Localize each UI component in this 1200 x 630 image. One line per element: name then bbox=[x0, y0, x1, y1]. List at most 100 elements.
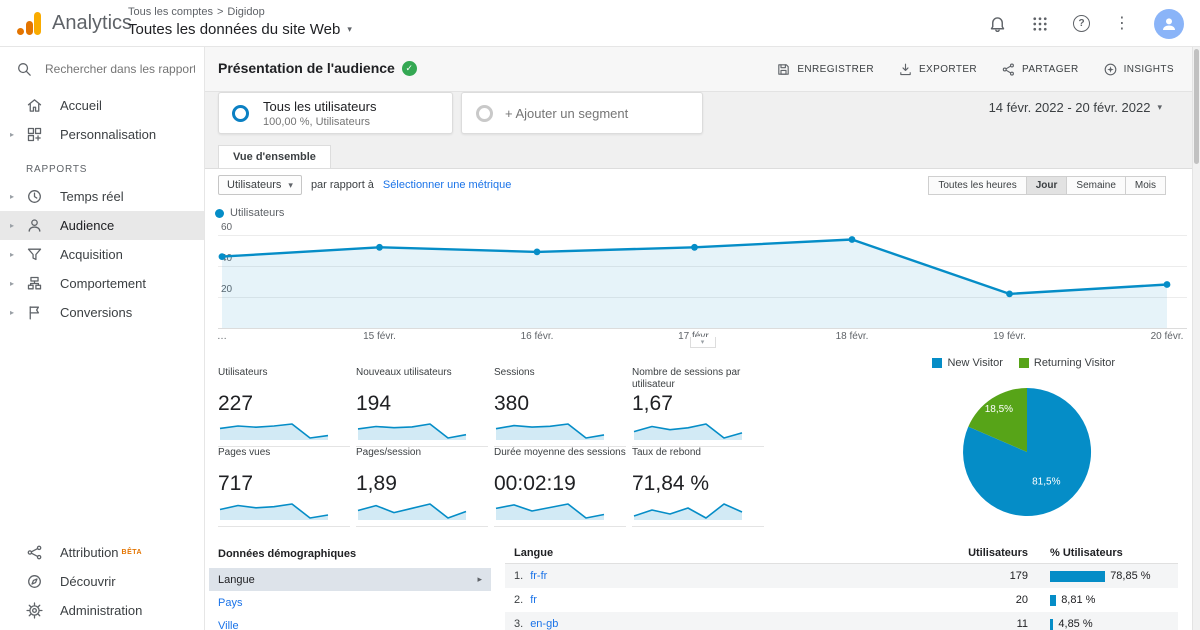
demographics-menu: Données démographiques Langue ▸ Pays Vil… bbox=[209, 542, 491, 630]
row-rank: 2. bbox=[514, 594, 524, 606]
breadcrumb-account[interactable]: Tous les comptes bbox=[128, 6, 213, 18]
sidebar-item-conversions[interactable]: ▸ Conversions bbox=[0, 298, 204, 327]
language-table: Langue Utilisateurs % Utilisateurs 1. fr… bbox=[505, 542, 1178, 630]
granularity-week-button[interactable]: Semaine bbox=[1066, 176, 1126, 195]
vertical-scrollbar[interactable] bbox=[1192, 47, 1200, 630]
home-icon bbox=[27, 99, 42, 112]
returning-visitor-swatch bbox=[1018, 358, 1029, 368]
chevron-right-icon: ▸ bbox=[10, 308, 15, 317]
apps-button[interactable] bbox=[1031, 15, 1049, 33]
caret-down-icon: ▾ bbox=[1157, 102, 1162, 112]
chart-collapse-handle[interactable]: ▾ bbox=[689, 337, 716, 348]
percent-value: 8,81 % bbox=[1061, 594, 1096, 606]
sidebar-search[interactable] bbox=[0, 47, 204, 91]
flag-icon bbox=[29, 306, 40, 320]
select-metric-link[interactable]: Sélectionner une métrique bbox=[383, 179, 511, 191]
more-options-button[interactable]: ⋮ bbox=[1114, 14, 1130, 32]
sidebar-item-acquisition[interactable]: ▸ Acquisition bbox=[0, 240, 204, 269]
sidebar-item-label: Administration bbox=[60, 603, 143, 618]
chevron-right-icon: ▸ bbox=[10, 250, 15, 259]
more-vert-icon: ⋮ bbox=[1114, 14, 1130, 32]
behavior-flow-icon bbox=[27, 276, 42, 290]
caret-down-icon: ▾ bbox=[347, 24, 352, 34]
main-content: Présentation de l'audience ✓ ENREGISTRER… bbox=[205, 47, 1200, 630]
granularity-month-button[interactable]: Mois bbox=[1124, 176, 1166, 195]
tab-vue-densemble[interactable]: Vue d'ensemble bbox=[218, 145, 331, 168]
sidebar-item-administration[interactable]: Administration bbox=[0, 596, 204, 625]
breadcrumb-property[interactable]: Digidop bbox=[227, 6, 264, 18]
demographics-item-pays[interactable]: Pays bbox=[209, 591, 491, 614]
sidebar-item-audience[interactable]: ▸ Audience bbox=[0, 211, 204, 240]
metric-sparkline bbox=[219, 423, 329, 440]
metric-card-utilisateurs: Utilisateurs 227 bbox=[218, 367, 350, 447]
export-button[interactable]: EXPORTER bbox=[898, 62, 977, 77]
x-axis-baseline bbox=[218, 328, 1187, 329]
sidebar-item-decouvrir[interactable]: Découvrir bbox=[0, 567, 204, 596]
segment-all-users[interactable]: Tous les utilisateurs 100,00 %, Utilisat… bbox=[218, 92, 453, 134]
users-count: 11 bbox=[1016, 618, 1028, 630]
table-row: 2. fr 20 8,81 % bbox=[505, 588, 1178, 612]
users-count: 179 bbox=[1009, 570, 1028, 582]
sidebar-item-temps-reel[interactable]: ▸ Temps réel bbox=[0, 182, 204, 211]
sidebar-item-accueil[interactable]: Accueil bbox=[0, 91, 204, 120]
metric-card-taux-de-rebond: Taux de rebond 71,84 % bbox=[632, 447, 764, 527]
analytics-logo[interactable]: Analytics bbox=[16, 10, 132, 36]
customization-icon bbox=[27, 127, 42, 142]
add-segment-circle-icon bbox=[476, 104, 493, 122]
segment-title: Tous les utilisateurs bbox=[263, 99, 377, 114]
metric-dropdown[interactable]: Utilisateurs ▾ bbox=[218, 175, 302, 195]
scrollbar-thumb[interactable] bbox=[1194, 49, 1199, 164]
sidebar-item-attribution[interactable]: Attribution BÊTA bbox=[0, 538, 204, 567]
save-button[interactable]: ENREGISTRER bbox=[776, 62, 874, 77]
metric-card-sessions-par-utilisateur: Nombre de sessions par utilisateur 1,67 bbox=[632, 367, 764, 447]
sidebar-item-label: Attribution bbox=[60, 545, 119, 560]
segment-radio-icon bbox=[232, 105, 249, 122]
audience-person-icon bbox=[28, 219, 41, 232]
sidebar-item-personnalisation[interactable]: ▸ Personnalisation bbox=[0, 120, 204, 149]
sidebar-item-label: Découvrir bbox=[60, 574, 116, 589]
bell-icon bbox=[990, 17, 1005, 33]
chevron-right-icon: ▸ bbox=[10, 192, 15, 201]
property-selector[interactable]: Toutes les données du site Web ▾ bbox=[128, 21, 352, 38]
demographics-item-ville[interactable]: Ville bbox=[209, 614, 491, 630]
sidebar-item-comportement[interactable]: ▸ Comportement bbox=[0, 269, 204, 298]
metric-card-pages-vues: Pages vues 717 bbox=[218, 447, 350, 527]
users-legend-dot bbox=[215, 208, 224, 218]
metric-sparkline bbox=[357, 503, 467, 520]
granularity-hourly-button[interactable]: Toutes les heures bbox=[928, 176, 1027, 195]
legend-label: Utilisateurs bbox=[230, 207, 285, 219]
notifications-button[interactable] bbox=[988, 14, 1007, 33]
sidebar-item-label: Conversions bbox=[60, 305, 133, 320]
beta-badge: BÊTA bbox=[121, 549, 143, 556]
attribution-icon bbox=[27, 545, 42, 560]
save-icon bbox=[778, 64, 790, 75]
apps-grid-icon bbox=[1033, 16, 1047, 31]
metric-card-pages-session: Pages/session 1,89 bbox=[356, 447, 488, 527]
demographics-title: Données démographiques bbox=[218, 548, 357, 560]
x-axis-tick: 15 févr. bbox=[363, 331, 396, 342]
download-icon bbox=[900, 63, 911, 76]
help-icon: ? bbox=[1073, 15, 1090, 32]
date-range-picker[interactable]: 14 févr. 2022 - 20 févr. 2022 ▾ bbox=[989, 100, 1162, 115]
metric-card-duree-moyenne: Durée moyenne des sessions 00:02:19 bbox=[494, 447, 626, 527]
add-segment-button[interactable]: + Ajouter un segment bbox=[461, 92, 703, 134]
language-link[interactable]: fr bbox=[530, 594, 537, 606]
search-input[interactable] bbox=[45, 62, 195, 76]
help-button[interactable]: ? bbox=[1073, 15, 1090, 32]
granularity-day-button[interactable]: Jour bbox=[1025, 176, 1068, 195]
pie-legend-label: Returning Visitor bbox=[1033, 357, 1115, 369]
sidebar: Accueil ▸ Personnalisation RAPPORTS ▸ Te… bbox=[0, 47, 205, 630]
insights-button[interactable]: INSIGHTS bbox=[1103, 62, 1174, 77]
breadcrumb[interactable]: Tous les comptes > Digidop bbox=[128, 6, 265, 18]
language-link[interactable]: en-gb bbox=[530, 618, 558, 630]
chevron-right-icon: ▸ bbox=[10, 279, 15, 288]
demographics-item-langue[interactable]: Langue ▸ bbox=[209, 568, 491, 591]
language-link[interactable]: fr-fr bbox=[530, 570, 547, 582]
user-avatar[interactable] bbox=[1154, 8, 1184, 39]
person-icon bbox=[1163, 17, 1175, 30]
product-name: Analytics bbox=[52, 11, 133, 34]
vs-label: par rapport à bbox=[310, 179, 374, 191]
x-axis-tick: 20 févr. bbox=[1150, 331, 1184, 342]
share-button[interactable]: PARTAGER bbox=[1001, 62, 1079, 77]
users-line-chart bbox=[218, 236, 1171, 328]
